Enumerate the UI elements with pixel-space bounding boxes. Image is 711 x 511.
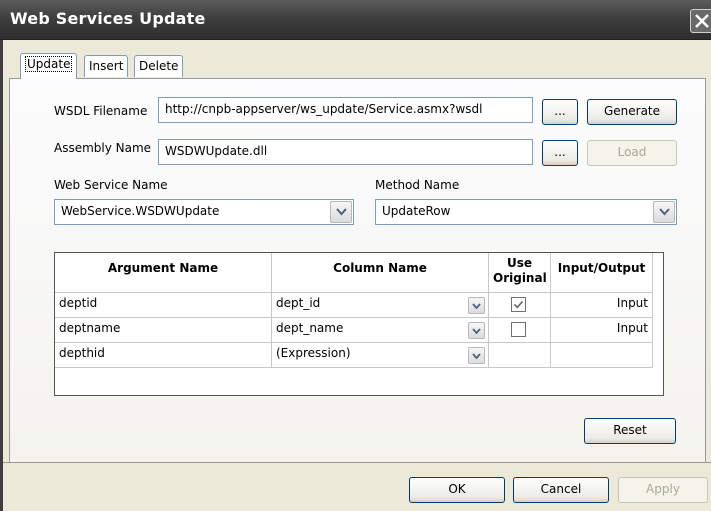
- table-row-input-output[interactable]: Input: [551, 293, 653, 318]
- close-button[interactable]: [690, 9, 711, 33]
- table-row-column-value: (Expression): [276, 346, 351, 360]
- web-service-name-select[interactable]: WebService.WSDWUpdate: [54, 199, 354, 225]
- assembly-name-input[interactable]: WSDWUpdate.dll: [158, 139, 533, 165]
- wsdl-filename-label: WSDL Filename: [54, 104, 147, 118]
- table-row-argument[interactable]: depthid: [55, 343, 272, 368]
- table-row-column-value: dept_name: [276, 321, 343, 335]
- use-original-checkbox[interactable]: [511, 322, 526, 337]
- tab-update[interactable]: Update: [20, 53, 77, 79]
- column-header-use-original-line2: Original: [493, 271, 546, 286]
- tab-update-label: Update: [25, 56, 72, 72]
- column-header-use-original-line1: Use: [493, 256, 546, 271]
- tab-delete-label: Delete: [139, 59, 178, 73]
- table-row-input-output[interactable]: [551, 343, 653, 368]
- tab-delete[interactable]: Delete: [134, 55, 183, 77]
- ok-button[interactable]: OK: [409, 477, 505, 503]
- window-frame: [0, 40, 3, 511]
- column-header-argument-name[interactable]: Argument Name: [55, 253, 272, 293]
- table-row-column-select[interactable]: dept_id: [272, 293, 489, 318]
- chevron-down-icon: [472, 353, 481, 359]
- column-header-input-output[interactable]: Input/Output: [551, 253, 653, 293]
- column-header-use-original[interactable]: Use Original: [489, 253, 551, 293]
- chevron-down-icon: [472, 303, 481, 309]
- web-service-name-value: WebService.WSDWUpdate: [61, 204, 219, 218]
- method-name-value: UpdateRow: [382, 204, 450, 218]
- bottom-separator: [3, 462, 711, 463]
- load-button[interactable]: Load: [587, 140, 677, 166]
- web-service-dropdown-button[interactable]: [330, 201, 352, 223]
- table-row-use-original: [489, 318, 551, 343]
- arguments-grid[interactable]: Argument Name Column Name Use Original I…: [54, 252, 664, 396]
- title-bar[interactable]: Web Services Update: [0, 0, 711, 40]
- method-dropdown-button[interactable]: [653, 201, 675, 223]
- chevron-down-icon: [472, 328, 481, 334]
- tab-insert-label: Insert: [89, 59, 123, 73]
- column-dropdown-button[interactable]: [468, 322, 485, 339]
- table-row-use-original: [489, 343, 551, 368]
- table-row-argument[interactable]: deptid: [55, 293, 272, 318]
- web-service-name-label: Web Service Name: [54, 178, 168, 192]
- table-row-use-original: [489, 293, 551, 318]
- window-title: Web Services Update: [10, 9, 206, 28]
- table-row-argument[interactable]: deptname: [55, 318, 272, 343]
- column-dropdown-button[interactable]: [468, 347, 485, 364]
- table-row-input-output[interactable]: Input: [551, 318, 653, 343]
- table-row-column-value: dept_id: [276, 296, 320, 310]
- assembly-browse-button[interactable]: ...: [542, 140, 578, 166]
- use-original-checkbox[interactable]: [511, 297, 526, 312]
- chevron-down-icon: [659, 208, 670, 216]
- table-row-column-select[interactable]: (Expression): [272, 343, 489, 368]
- wsdl-browse-button[interactable]: ...: [542, 99, 578, 125]
- wsdl-filename-input[interactable]: http://cnpb-appserver/ws_update/Service.…: [158, 97, 533, 123]
- tab-insert[interactable]: Insert: [84, 55, 128, 77]
- assembly-name-label: Assembly Name: [54, 141, 151, 155]
- check-icon: [513, 299, 524, 310]
- reset-button[interactable]: Reset: [584, 418, 676, 444]
- column-dropdown-button[interactable]: [468, 297, 485, 314]
- method-name-select[interactable]: UpdateRow: [375, 199, 677, 225]
- method-name-label: Method Name: [375, 178, 459, 192]
- cancel-button[interactable]: Cancel: [513, 477, 609, 503]
- chevron-down-icon: [336, 208, 347, 216]
- apply-button[interactable]: Apply: [618, 477, 708, 503]
- generate-button[interactable]: Generate: [587, 99, 677, 125]
- close-icon: [694, 13, 710, 29]
- table-row-column-select[interactable]: dept_name: [272, 318, 489, 343]
- column-header-column-name[interactable]: Column Name: [272, 253, 489, 293]
